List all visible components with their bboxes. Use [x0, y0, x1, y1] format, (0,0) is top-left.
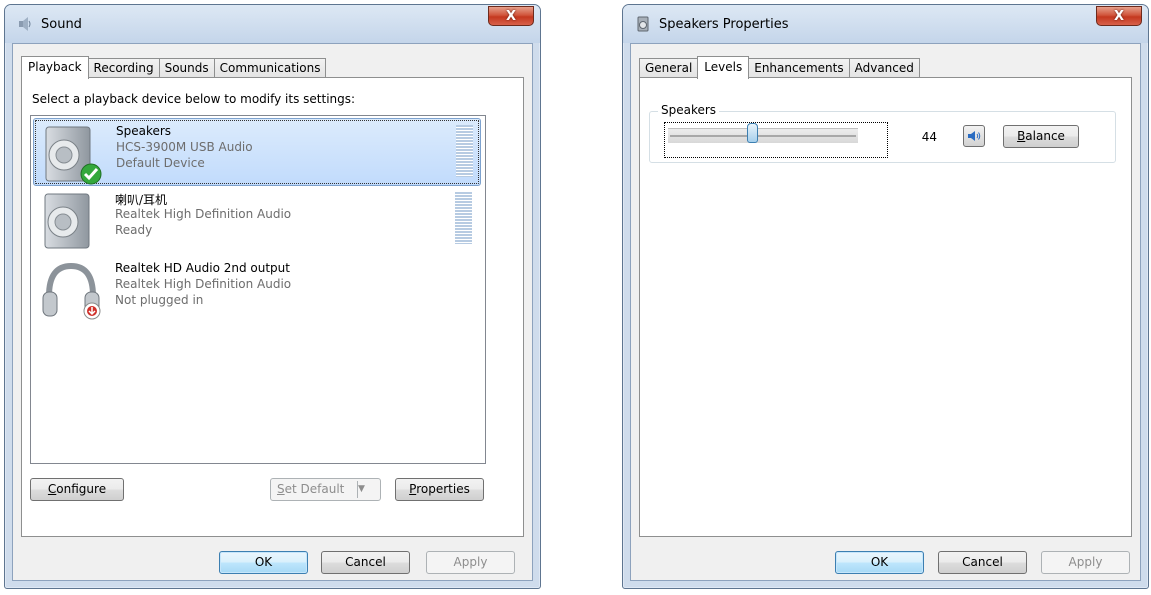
device-status: Not plugged in: [115, 293, 204, 307]
slider-line: [670, 135, 856, 137]
set-default-button[interactable]: Set Default ▼: [270, 478, 381, 501]
configure-button[interactable]: Configure: [30, 478, 124, 501]
level-value: 44: [921, 130, 937, 144]
props-client-area: General Levels Enhancements Advanced Spe…: [630, 43, 1141, 581]
sound-window: Sound X Playback Recording Sounds Commun…: [4, 4, 541, 589]
tab-levels[interactable]: Levels: [697, 56, 750, 79]
device-name: Speakers: [116, 124, 172, 138]
balance-button[interactable]: Balance: [1003, 125, 1079, 148]
volume-icon: [968, 131, 981, 141]
device-name: Realtek HD Audio 2nd output: [115, 261, 290, 275]
sound-ok-button[interactable]: OK: [219, 551, 308, 574]
playback-instruction: Select a playback device below to modify…: [32, 92, 356, 106]
sound-titlebar[interactable]: Sound X: [5, 5, 540, 43]
props-close-button[interactable]: X: [1096, 6, 1142, 26]
sound-close-button[interactable]: X: [488, 6, 534, 26]
tab-sounds[interactable]: Sounds: [158, 58, 215, 78]
speakers-properties-window: Speakers Properties X General Levels Enh…: [622, 4, 1149, 589]
props-titlebar[interactable]: Speakers Properties X: [623, 5, 1148, 43]
tab-playback[interactable]: Playback: [21, 56, 89, 79]
sound-cancel-button[interactable]: Cancel: [321, 551, 410, 574]
levels-panel: Speakers 44 Balance: [639, 77, 1132, 537]
props-ok-button[interactable]: OK: [835, 551, 924, 574]
tab-enhancements[interactable]: Enhancements: [748, 58, 850, 78]
tab-general[interactable]: General: [639, 58, 699, 78]
group-title: Speakers: [658, 103, 720, 117]
unplugged-icon: [83, 302, 101, 320]
tab-advanced[interactable]: Advanced: [848, 58, 920, 78]
default-check-icon: [80, 163, 102, 185]
chevron-down-icon[interactable]: ▼: [357, 481, 380, 498]
props-tabs: General Levels Enhancements Advanced: [639, 56, 920, 79]
sound-app-icon: [19, 17, 31, 31]
device-status: Ready: [115, 223, 153, 237]
props-apply-button[interactable]: Apply: [1041, 551, 1130, 574]
device-description: Realtek High Definition Audio: [115, 277, 292, 291]
tab-recording[interactable]: Recording: [87, 58, 160, 78]
volume-slider[interactable]: [668, 123, 858, 143]
volume-meter: [455, 192, 472, 244]
device-description: HCS-3900M USB Audio: [116, 140, 253, 154]
device-item-speakers[interactable]: Speakers HCS-3900M USB Audio Default Dev…: [33, 118, 481, 186]
playback-panel: Select a playback device below to modify…: [21, 77, 524, 537]
sound-tabs: Playback Recording Sounds Communications: [21, 56, 327, 79]
slider-thumb[interactable]: [746, 123, 758, 143]
volume-meter: [456, 125, 473, 177]
speaker-icon: [44, 193, 90, 249]
properties-button[interactable]: Properties: [395, 478, 484, 501]
device-item-realtek-2nd-output[interactable]: Realtek HD Audio 2nd output Realtek High…: [33, 256, 481, 324]
device-status: Default Device: [116, 156, 205, 170]
props-window-title: Speakers Properties: [659, 17, 789, 32]
device-item-realtek-speakers[interactable]: 喇叭/耳机 Realtek High Definition Audio Read…: [33, 186, 481, 254]
speakers-level-group: Speakers 44 Balance: [649, 103, 1116, 163]
sound-client-area: Playback Recording Sounds Communications…: [12, 43, 533, 581]
speaker-app-icon: [637, 16, 649, 32]
props-cancel-button[interactable]: Cancel: [938, 551, 1027, 574]
sound-window-title: Sound: [41, 17, 82, 32]
mute-button[interactable]: [963, 125, 985, 147]
device-description: Realtek High Definition Audio: [115, 207, 292, 221]
tab-communications[interactable]: Communications: [213, 58, 327, 78]
playback-device-list[interactable]: Speakers HCS-3900M USB Audio Default Dev…: [30, 115, 486, 464]
sound-apply-button[interactable]: Apply: [426, 551, 515, 574]
device-name: 喇叭/耳机: [115, 193, 168, 207]
